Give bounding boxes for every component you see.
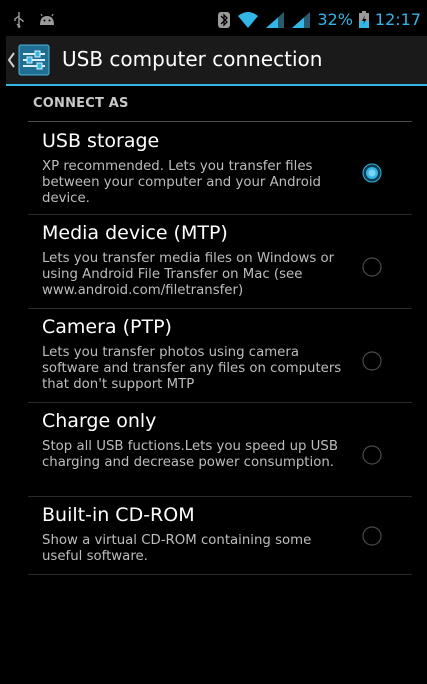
usb-icon [14, 12, 24, 28]
option-camera-ptp[interactable]: Camera (PTP) Lets you transfer photos us… [28, 308, 412, 403]
radio-unselected-icon[interactable] [362, 526, 382, 546]
android-debug-icon [40, 14, 54, 25]
option-usb-storage[interactable]: USB storage XP recommended. Lets you tra… [28, 122, 412, 215]
option-description: Lets you transfer media files on Windows… [42, 251, 335, 298]
signal-icon [292, 11, 311, 28]
option-title: Media device (MTP) [42, 222, 228, 244]
option-title: Built-in CD-ROM [42, 504, 195, 526]
option-title: Charge only [42, 410, 157, 432]
status-bar: 32% 12:17 [6, 6, 427, 36]
clock: 12:17 [374, 10, 421, 29]
signal-icon [266, 11, 285, 28]
action-bar: USB computer connection [6, 36, 427, 86]
option-charge-only[interactable]: Charge only Stop all USB fuctions.Lets y… [28, 402, 412, 497]
option-description: Stop all USB fuctions.Lets you speed up … [42, 439, 338, 470]
radio-unselected-icon[interactable] [362, 257, 382, 277]
battery-charging-icon [358, 11, 369, 28]
bluetooth-icon [218, 11, 231, 28]
page-title: USB computer connection [62, 47, 323, 71]
back-caret-icon[interactable] [6, 50, 16, 70]
option-built-in-cd-rom[interactable]: Built-in CD-ROM Show a virtual CD-ROM co… [28, 496, 412, 575]
status-left [14, 12, 56, 28]
option-description: Lets you transfer photos using camera so… [42, 345, 342, 392]
option-title: USB storage [42, 130, 160, 152]
radio-selected-icon[interactable] [362, 163, 382, 183]
wifi-icon [238, 11, 259, 28]
option-description: XP recommended. Lets you transfer files … [42, 159, 321, 206]
settings-sliders-icon[interactable] [18, 44, 50, 76]
radio-unselected-icon[interactable] [362, 351, 382, 371]
screen: 32% 12:17 USB computer connection CONNEC… [6, 6, 427, 684]
option-media-device-mtp[interactable]: Media device (MTP) Lets you transfer med… [28, 214, 412, 309]
status-right: 32% 12:17 [217, 10, 421, 29]
option-title: Camera (PTP) [42, 316, 172, 338]
section-header: CONNECT AS [28, 95, 412, 122]
radio-unselected-icon[interactable] [362, 445, 382, 465]
section-header-label: CONNECT AS [33, 96, 129, 111]
battery-percentage: 32% [317, 10, 353, 29]
option-description: Show a virtual CD-ROM containing some us… [42, 533, 312, 564]
